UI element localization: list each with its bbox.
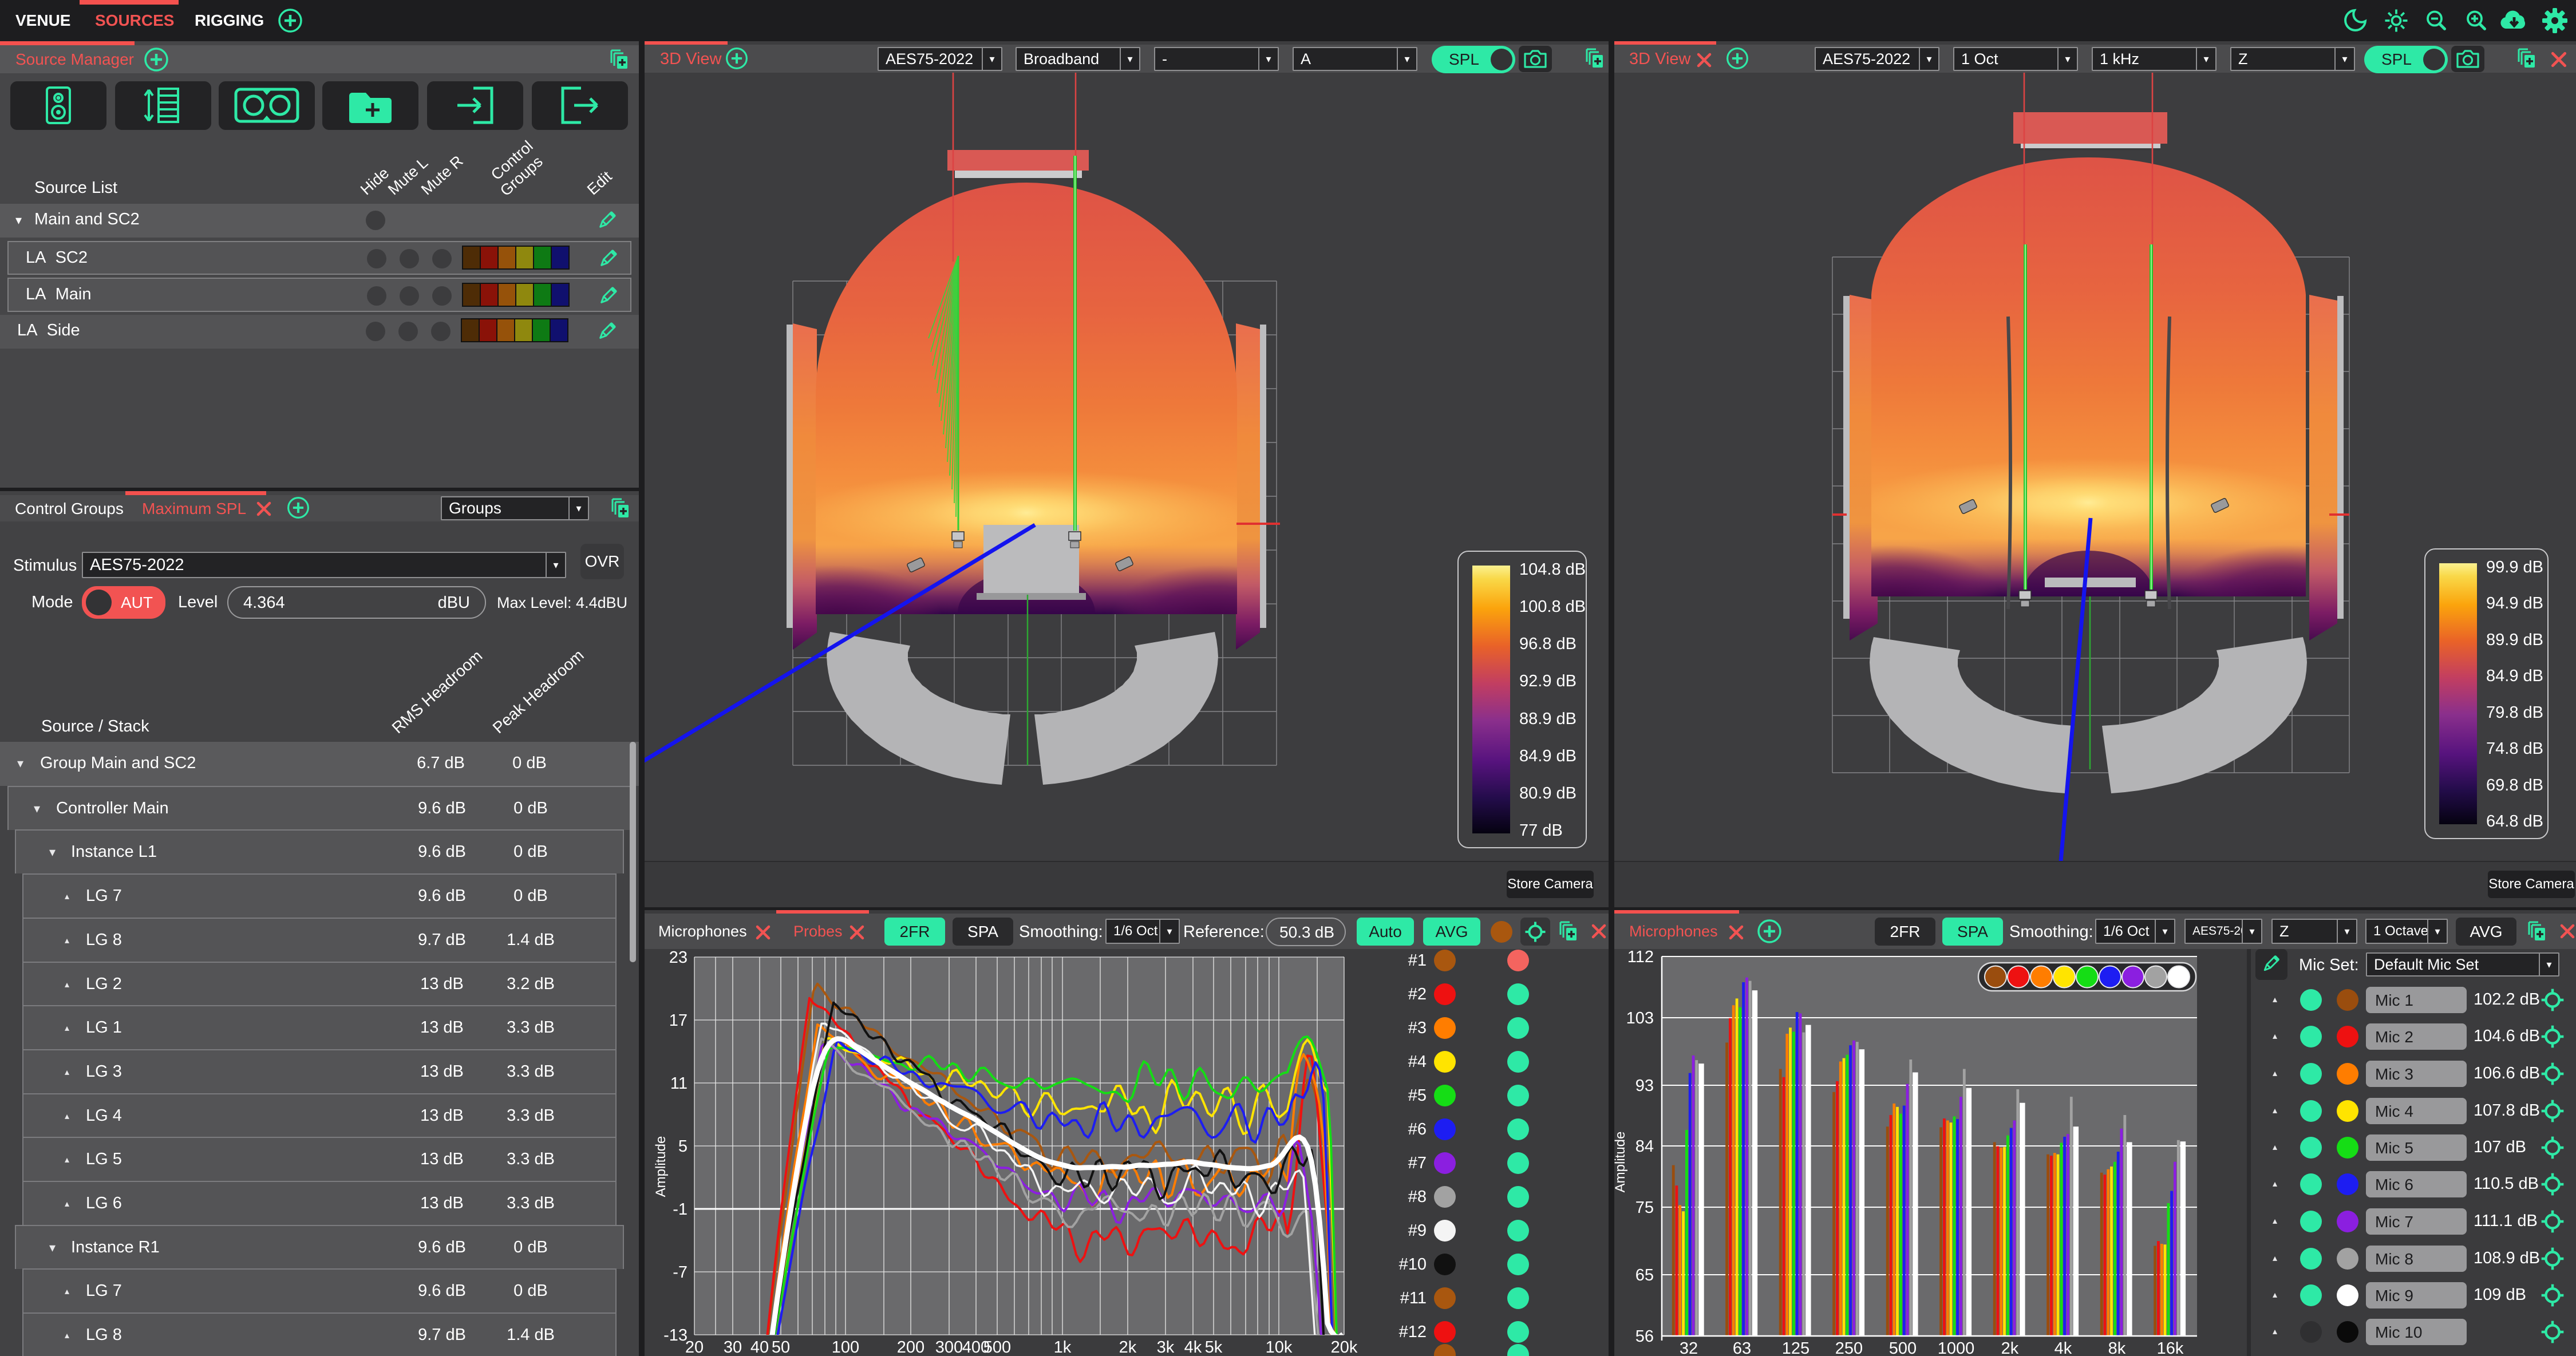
svg-text:112: 112 — [1627, 948, 1654, 966]
svg-text:Edit: Edit — [584, 168, 615, 199]
svg-text:-13: -13 — [663, 1326, 688, 1345]
svg-text:200: 200 — [897, 1338, 924, 1356]
svg-text:Hide: Hide — [357, 164, 392, 198]
svg-text:11: 11 — [670, 1074, 688, 1093]
svg-text:17: 17 — [669, 1011, 688, 1030]
svg-text:56: 56 — [1635, 1327, 1654, 1346]
svg-text:40: 40 — [750, 1338, 769, 1356]
svg-text:104.8 dB: 104.8 dB — [1519, 560, 1586, 579]
svg-text:300: 300 — [935, 1338, 963, 1356]
svg-text:4k: 4k — [1184, 1338, 1202, 1356]
svg-text:250: 250 — [1835, 1339, 1863, 1356]
svg-text:92.9 dB: 92.9 dB — [1519, 672, 1577, 690]
svg-text:84.9 dB: 84.9 dB — [1519, 747, 1577, 765]
svg-text:5: 5 — [678, 1137, 688, 1156]
svg-text:20: 20 — [685, 1338, 704, 1356]
svg-text:89.9 dB: 89.9 dB — [2486, 631, 2543, 649]
svg-text:32: 32 — [1680, 1339, 1698, 1356]
svg-text:5k: 5k — [1205, 1338, 1223, 1356]
svg-text:20k: 20k — [1331, 1338, 1358, 1356]
svg-text:80.9 dB: 80.9 dB — [1519, 784, 1577, 802]
svg-text:125: 125 — [1782, 1339, 1809, 1356]
svg-text:79.8 dB: 79.8 dB — [2486, 703, 2543, 722]
svg-text:16k: 16k — [2157, 1339, 2184, 1356]
svg-text:500: 500 — [983, 1338, 1011, 1356]
svg-text:2k: 2k — [2001, 1339, 2019, 1356]
svg-text:-1: -1 — [673, 1200, 688, 1219]
svg-text:Amplitude: Amplitude — [653, 1136, 669, 1197]
svg-text:94.9 dB: 94.9 dB — [2486, 594, 2543, 612]
svg-text:100: 100 — [832, 1338, 859, 1356]
svg-text:64.8 dB: 64.8 dB — [2486, 812, 2543, 831]
svg-text:10k: 10k — [1266, 1338, 1293, 1356]
svg-text:1k: 1k — [1054, 1338, 1072, 1356]
svg-text:84.9 dB: 84.9 dB — [2486, 667, 2543, 685]
svg-text:93: 93 — [1635, 1077, 1654, 1095]
svg-text:75: 75 — [1635, 1199, 1654, 1217]
svg-text:3k: 3k — [1157, 1338, 1175, 1356]
svg-text:63: 63 — [1733, 1339, 1751, 1356]
svg-text:84: 84 — [1635, 1137, 1654, 1156]
svg-text:99.9 dB: 99.9 dB — [2486, 558, 2543, 576]
svg-text:74.8 dB: 74.8 dB — [2486, 740, 2543, 758]
svg-text:4k: 4k — [2055, 1339, 2072, 1356]
svg-text:2k: 2k — [1119, 1338, 1137, 1356]
svg-text:8k: 8k — [2108, 1339, 2126, 1356]
svg-text:500: 500 — [1889, 1339, 1917, 1356]
svg-text:100.8 dB: 100.8 dB — [1519, 598, 1586, 616]
svg-text:Amplitude: Amplitude — [1614, 1132, 1628, 1193]
svg-text:Mute R: Mute R — [418, 152, 467, 199]
svg-text:50: 50 — [772, 1338, 790, 1356]
svg-text:77 dB: 77 dB — [1519, 821, 1563, 840]
svg-text:96.8 dB: 96.8 dB — [1519, 635, 1577, 653]
svg-text:23: 23 — [669, 948, 688, 967]
svg-text:1000: 1000 — [1938, 1339, 1975, 1356]
svg-text:103: 103 — [1626, 1009, 1654, 1027]
svg-text:30: 30 — [724, 1338, 742, 1356]
svg-text:-7: -7 — [673, 1263, 688, 1282]
svg-text:88.9 dB: 88.9 dB — [1519, 710, 1577, 728]
svg-text:65: 65 — [1635, 1266, 1654, 1284]
svg-text:69.8 dB: 69.8 dB — [2486, 776, 2543, 794]
